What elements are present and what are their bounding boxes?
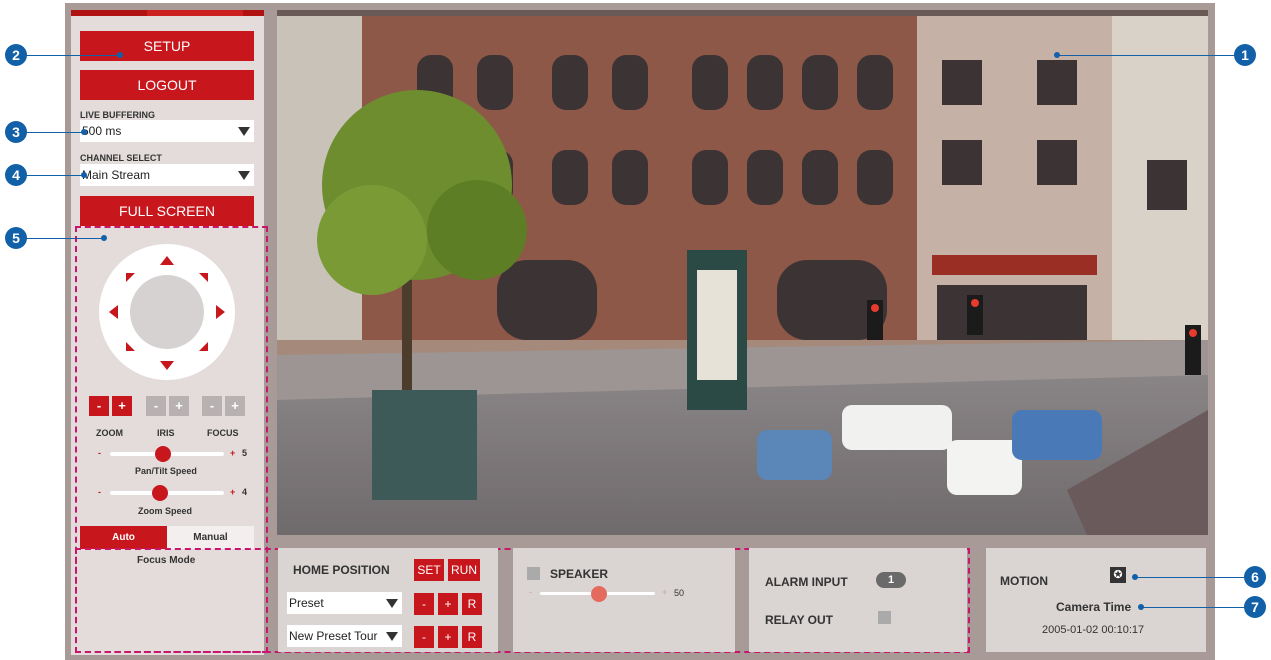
- speaker-volume-value: 50: [674, 588, 685, 598]
- preset-r-button[interactable]: R: [462, 593, 482, 615]
- top-accent-bar: [71, 10, 264, 16]
- dropdown-arrow-icon: [386, 632, 398, 641]
- live-buffering-label: LIVE BUFFERING: [80, 110, 156, 120]
- pan-tilt-speed-knob[interactable]: [155, 446, 171, 462]
- focus-auto-tab[interactable]: Auto: [80, 526, 167, 549]
- preset-value: Preset: [289, 596, 324, 610]
- focus-plus-button[interactable]: +: [225, 396, 245, 416]
- focus-minus-button[interactable]: -: [202, 396, 222, 416]
- tour-r-button[interactable]: R: [462, 626, 482, 648]
- alarm-input-badge: 1: [876, 572, 906, 588]
- arrow-left-icon[interactable]: [109, 305, 118, 319]
- iris-label: IRIS: [157, 428, 175, 438]
- callout-dot-7: [1138, 604, 1144, 610]
- callout-dot-5: [101, 235, 107, 241]
- arrow-up-left-icon[interactable]: [126, 273, 135, 282]
- home-run-button[interactable]: RUN: [448, 559, 480, 581]
- dropdown-arrow-icon: [238, 171, 250, 180]
- live-buffering-value: 500 ms: [82, 124, 122, 138]
- callout-line-5: [16, 238, 104, 239]
- fullscreen-button[interactable]: FULL SCREEN: [80, 196, 254, 226]
- speaker-volume-knob[interactable]: [591, 586, 607, 602]
- pan-tilt-plus: +: [230, 448, 236, 458]
- camera-time-value: 2005-01-02 00:10:17: [1042, 624, 1145, 636]
- live-video-view[interactable]: [277, 10, 1208, 535]
- ptz-direction-arrows: [109, 256, 225, 370]
- arrow-right-icon[interactable]: [216, 305, 225, 319]
- preset-tour-value: New Preset Tour: [289, 629, 378, 643]
- tour-minus-button[interactable]: -: [414, 626, 434, 648]
- preset-plus-button[interactable]: +: [438, 593, 458, 615]
- callout-badge-2: 2: [5, 44, 27, 66]
- arrow-down-left-icon[interactable]: [126, 342, 135, 351]
- channel-select-label: CHANNEL SELECT: [80, 153, 162, 163]
- pan-tilt-speed-value: 5: [242, 448, 248, 458]
- arrow-down-right-icon[interactable]: [199, 342, 208, 351]
- pan-tilt-speed-label: Pan/Tilt Speed: [135, 466, 197, 476]
- zoom-speed-minus: -: [98, 487, 101, 497]
- speaker-label: SPEAKER: [550, 567, 609, 581]
- zoom-speed-knob[interactable]: [152, 485, 168, 501]
- callout-dot-1: [1054, 52, 1060, 58]
- channel-select-value: Main Stream: [82, 168, 151, 182]
- callout-line-2: [16, 55, 120, 56]
- arrow-up-right-icon[interactable]: [199, 273, 208, 282]
- iris-plus-button[interactable]: +: [169, 396, 189, 416]
- zoom-label: ZOOM: [96, 428, 123, 438]
- home-position-label: HOME POSITION: [293, 563, 390, 577]
- arrow-up-icon[interactable]: [160, 256, 174, 265]
- zoom-plus-button[interactable]: +: [112, 396, 132, 416]
- callout-dot-4: [81, 172, 87, 178]
- preset-select[interactable]: Preset: [287, 592, 402, 614]
- zoom-speed-label: Zoom Speed: [138, 506, 193, 516]
- focus-label: FOCUS: [207, 428, 239, 438]
- speaker-minus: -: [529, 587, 532, 597]
- focus-manual-tab[interactable]: Manual: [167, 526, 254, 549]
- callout-badge-6: 6: [1244, 566, 1266, 588]
- setup-button[interactable]: SETUP: [80, 31, 254, 61]
- preset-minus-button[interactable]: -: [414, 593, 434, 615]
- callout-badge-7: 7: [1244, 596, 1266, 618]
- iris-minus-button[interactable]: -: [146, 396, 166, 416]
- zoom-speed-plus: +: [230, 487, 236, 497]
- preset-tour-select[interactable]: New Preset Tour: [287, 625, 402, 647]
- motion-label: MOTION: [1000, 574, 1048, 588]
- callout-line-7: [1141, 607, 1247, 608]
- callout-badge-1: 1: [1234, 44, 1256, 66]
- pan-tilt-minus: -: [98, 448, 101, 458]
- relay-out-label: RELAY OUT: [765, 613, 834, 627]
- live-buffering-select[interactable]: 500 ms: [80, 120, 254, 142]
- speaker-panel: [513, 548, 735, 652]
- callout-badge-4: 4: [5, 164, 27, 186]
- tour-plus-button[interactable]: +: [438, 626, 458, 648]
- channel-select[interactable]: Main Stream: [80, 164, 254, 186]
- alarm-input-label: ALARM INPUT: [765, 575, 848, 589]
- callout-badge-3: 3: [5, 121, 27, 143]
- logout-button[interactable]: LOGOUT: [80, 70, 254, 100]
- speaker-checkbox[interactable]: [527, 567, 540, 580]
- dropdown-arrow-icon: [386, 599, 398, 608]
- callout-line-1: [1057, 55, 1237, 56]
- zoom-minus-button[interactable]: -: [89, 396, 109, 416]
- callout-badge-5: 5: [5, 227, 27, 249]
- home-set-button[interactable]: SET: [414, 559, 444, 581]
- street-scene-image: [277, 10, 1208, 535]
- alarm-panel: [749, 548, 967, 652]
- callout-dot-2: [117, 52, 123, 58]
- zoom-speed-value: 4: [242, 487, 248, 497]
- running-person-icon: ✪: [1110, 567, 1126, 583]
- dropdown-arrow-icon: [238, 127, 250, 136]
- arrow-down-icon[interactable]: [160, 361, 174, 370]
- relay-out-checkbox[interactable]: [878, 611, 891, 624]
- callout-line-6: [1135, 577, 1247, 578]
- callout-dot-6: [1132, 574, 1138, 580]
- camera-time-label: Camera Time: [1056, 600, 1132, 614]
- callout-dot-3: [81, 129, 87, 135]
- speaker-plus: +: [662, 587, 668, 597]
